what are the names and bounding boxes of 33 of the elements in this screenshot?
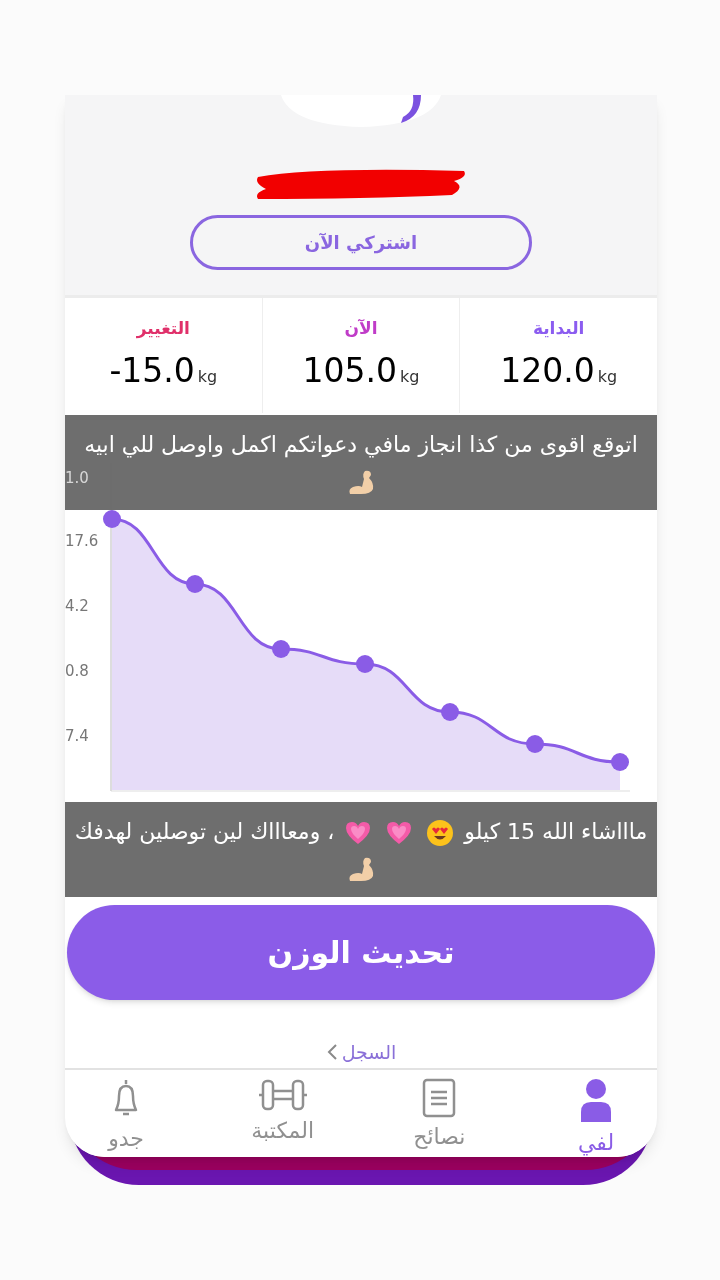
unit-label: kg — [597, 365, 618, 388]
stat-value: 120.0 — [500, 349, 595, 392]
update-weight-button[interactable]: تحديث الوزن — [67, 905, 655, 1000]
stat-label: الآن — [344, 317, 378, 340]
unit-label: kg — [197, 365, 218, 388]
chevron-icon — [325, 1042, 338, 1061]
nav-tab[interactable]: نصائح — [384, 1070, 495, 1157]
unit-label: kg — [400, 365, 420, 388]
axis-label: 4.2 — [65, 596, 89, 616]
subscribe-button[interactable]: اشتركي الآن — [190, 215, 532, 270]
caption-text: ، ومعاااك لين توصلين لهدفك — [74, 818, 335, 844]
dumbbell-icon — [257, 1078, 308, 1112]
person-icon — [579, 1078, 613, 1124]
stat-value: -15.0 — [109, 349, 195, 392]
axis-label: 1.0 — [65, 468, 89, 488]
axis-label: 0.8 — [65, 661, 89, 681]
nav-tab[interactable]: المكتبة — [227, 1070, 338, 1157]
heart-icon — [385, 819, 414, 846]
caption-text: اتوقع اقوى من كذا انجاز مافي دعواتكم اكمل واوصل للي ابيه — [84, 431, 638, 457]
nav-tab[interactable]: لفي — [541, 1070, 651, 1157]
document-icon — [422, 1078, 457, 1118]
heart-eyes-emoji-icon — [426, 818, 455, 847]
stat-label: التغيير — [136, 317, 190, 341]
heart-icon — [344, 819, 373, 846]
caption-text: ماااشاء الله 15 كيلو — [464, 818, 648, 844]
history-link[interactable]: السجل — [325, 1037, 397, 1066]
stat-label: البداية — [532, 317, 585, 340]
nav-tab[interactable]: جدو — [71, 1070, 182, 1157]
axis-label: 7.4 — [65, 726, 89, 746]
axis-label: 17.6 — [65, 531, 99, 551]
flexed-arm-icon — [347, 468, 375, 495]
flexed-arm-icon — [347, 855, 375, 882]
stat-value: 105.0 — [302, 349, 398, 392]
